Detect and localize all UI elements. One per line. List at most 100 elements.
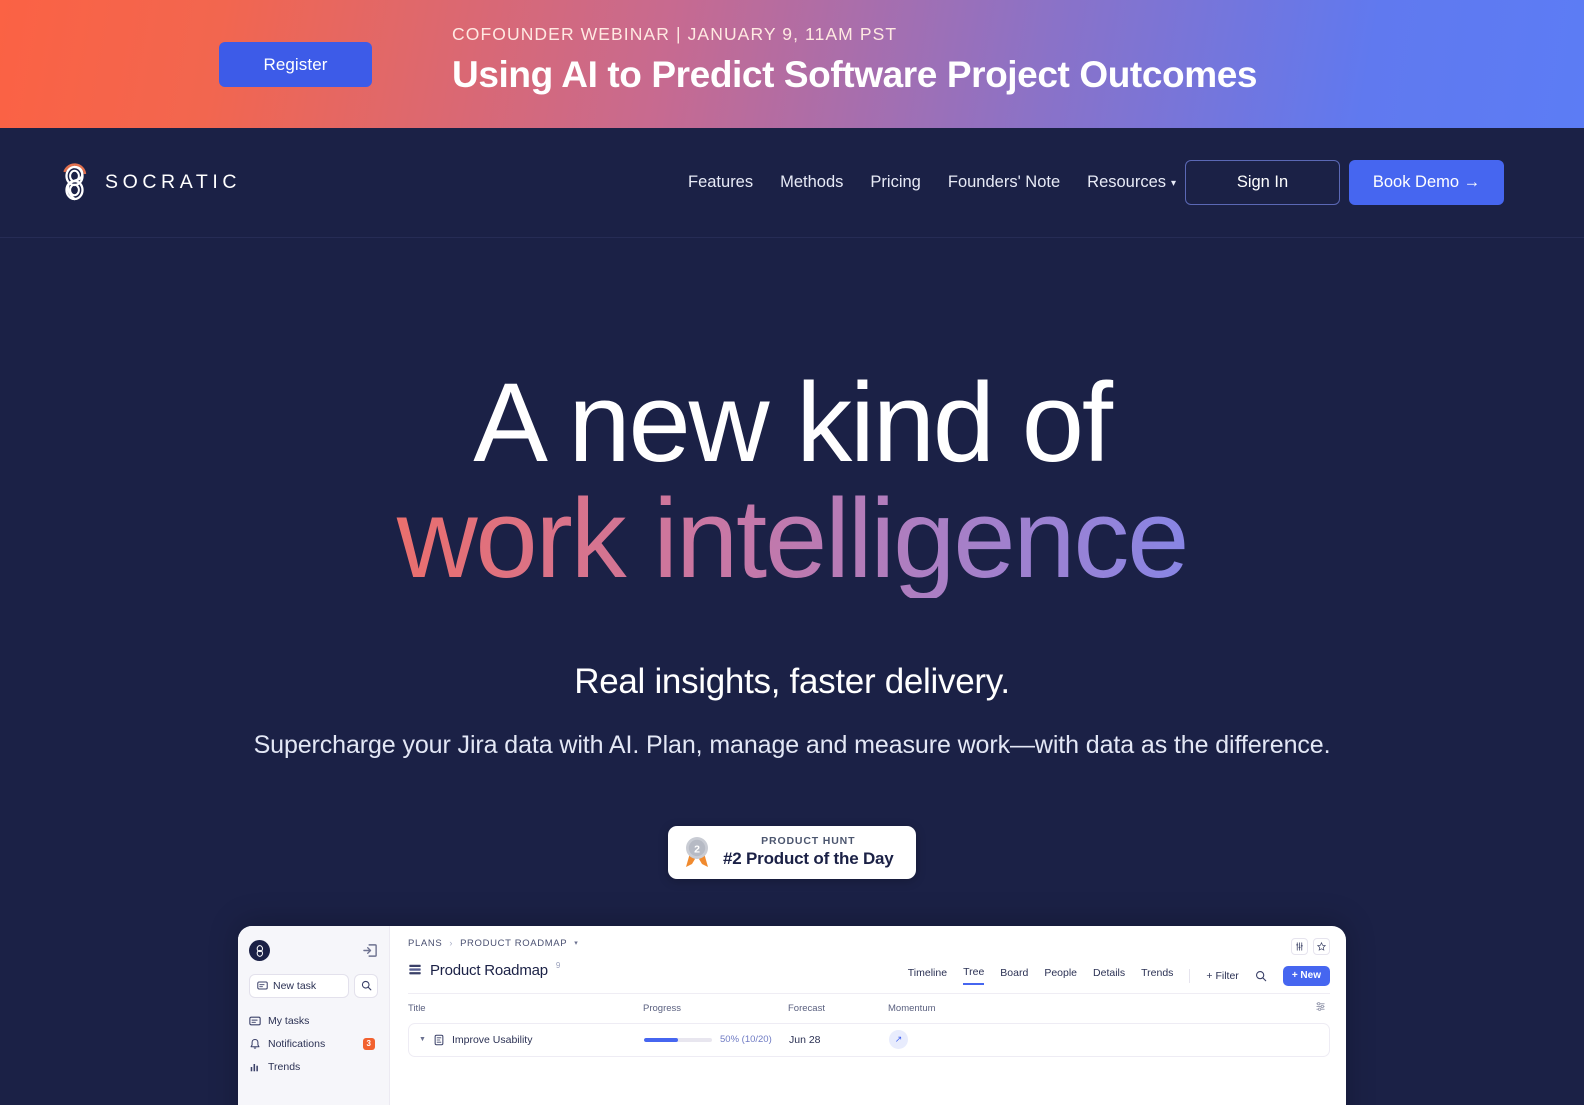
filter-button[interactable]: + Filter (1206, 970, 1238, 982)
brand-name: SOCRATIC (105, 171, 242, 193)
sidebar-search-button[interactable] (354, 973, 378, 998)
promo-banner: Register COFOUNDER WEBINAR | JANUARY 9, … (0, 0, 1584, 128)
row-title-cell: ▼ Improve Usability (409, 1034, 644, 1046)
progress-bar-fill (644, 1037, 678, 1042)
row-momentum-cell: ↗ (889, 1030, 1049, 1050)
nav-item-pricing[interactable]: Pricing (870, 173, 920, 192)
socratic-spiral-icon (63, 162, 87, 200)
row-title-label: Improve Usability (451, 1033, 533, 1046)
sidebar-item-label: My tasks (268, 1014, 310, 1027)
column-header-momentum: Momentum (888, 1002, 936, 1014)
app-sidebar: New task My tasks Notifications 3 Trends (238, 925, 390, 1105)
breadcrumb-item-product-roadmap[interactable]: PRODUCT ROADMAP (460, 938, 567, 949)
app-table: Title Progress Forecast Momentum ▼ Impro… (408, 992, 1330, 1057)
nav-item-methods[interactable]: Methods (780, 173, 843, 192)
sidebar-item-label: Trends (268, 1060, 301, 1073)
nav-links: Features Methods Pricing Founders' Note … (688, 173, 1176, 192)
promo-text: COFOUNDER WEBINAR | JANUARY 9, 11AM PST … (452, 24, 1257, 95)
row-forecast-cell: Jun 28 (789, 1033, 821, 1046)
page-title: A new kind of work intelligence (0, 360, 1584, 598)
tab-timeline[interactable]: Timeline (908, 967, 947, 984)
bars-icon (250, 1063, 258, 1072)
app-page-title-sup: 9 (555, 960, 561, 970)
chevron-down-icon[interactable]: ▾ (574, 939, 578, 947)
expand-row-caret-icon[interactable]: ▼ (419, 1036, 426, 1043)
nav-item-resources[interactable]: Resources ▾ (1087, 173, 1176, 192)
epic-icon (434, 1034, 444, 1046)
brand-logo[interactable]: SOCRATIC (58, 162, 241, 204)
collapse-sidebar-icon[interactable] (363, 943, 378, 958)
tasks-icon (249, 1016, 261, 1026)
product-hunt-badge-wrap: 2 PRODUCT HUNT #2 Product of the Day (0, 825, 1584, 879)
hero-tagline: Real insights, faster delivery. (574, 661, 1010, 701)
app-search-button[interactable] (1255, 970, 1267, 982)
hero-subtext: Supercharge your Jira data with AI. Plan… (253, 730, 1331, 759)
tab-trends[interactable]: Trends (1141, 967, 1173, 984)
app-preview: New task My tasks Notifications 3 Trends… (238, 925, 1346, 1105)
view-settings-button[interactable] (1291, 937, 1308, 955)
app-preview-wrap: New task My tasks Notifications 3 Trends… (0, 925, 1584, 1105)
momentum-up-icon: ↗ (889, 1030, 908, 1050)
app-sidebar-top (249, 938, 378, 964)
main-navbar: SOCRATIC Features Methods Pricing Founde… (0, 128, 1584, 238)
avatar[interactable] (249, 940, 270, 962)
socratic-spiral-icon (256, 945, 263, 957)
register-button[interactable]: Register (219, 42, 372, 87)
column-header-title: Title (408, 1002, 426, 1014)
app-corner-tools (1291, 937, 1330, 955)
product-hunt-kicker: PRODUCT HUNT (761, 834, 856, 847)
new-task-button[interactable]: New task (249, 973, 349, 998)
app-main: PLANS › PRODUCT ROADMAP ▾ Product Roadma… (390, 926, 1346, 1105)
tab-people[interactable]: People (1044, 967, 1077, 984)
app-newtask-row: New task (249, 973, 378, 998)
column-header-progress: Progress (643, 1002, 682, 1014)
toolbar-divider (1189, 968, 1191, 983)
book-demo-button[interactable]: Book Demo → (1349, 160, 1504, 205)
sign-in-button[interactable]: Sign In (1185, 160, 1340, 205)
sliders-icon (1296, 942, 1303, 951)
app-page-title: Product Roadmap (430, 961, 548, 979)
app-sidebar-nav: My tasks Notifications 3 Trends (249, 1011, 378, 1077)
promo-title: Using AI to Predict Software Project Out… (452, 54, 1258, 95)
progress-label: 50% (10/20) (720, 1034, 772, 1046)
notifications-badge: 3 (362, 1037, 375, 1050)
search-icon (1255, 970, 1267, 982)
svg-text:2: 2 (694, 844, 700, 856)
product-hunt-badge[interactable]: 2 PRODUCT HUNT #2 Product of the Day (668, 825, 916, 879)
new-task-icon (257, 981, 268, 990)
plan-icon (409, 965, 421, 975)
tab-details[interactable]: Details (1093, 967, 1125, 984)
nav-item-founders-note[interactable]: Founders' Note (948, 173, 1060, 192)
favorite-button[interactable] (1313, 937, 1330, 955)
star-icon (1317, 941, 1326, 951)
column-settings-button[interactable] (1315, 1001, 1326, 1015)
tab-tree[interactable]: Tree (963, 966, 985, 986)
table-header-row: Title Progress Forecast Momentum (408, 994, 1330, 1023)
breadcrumb-separator: › (449, 938, 454, 949)
hero-section: A new kind of work intelligence Real ins… (0, 238, 1584, 1105)
nav-item-features[interactable]: Features (688, 173, 753, 192)
bell-icon (250, 1038, 260, 1049)
sliders-icon (1316, 1002, 1325, 1012)
breadcrumb: PLANS › PRODUCT ROADMAP ▾ (408, 938, 1330, 949)
nav-actions: Sign In Book Demo → (1185, 160, 1504, 205)
product-hunt-text: PRODUCT HUNT #2 Product of the Day (723, 834, 894, 870)
headline-line-1: A new kind of (473, 360, 1113, 485)
promo-kicker: COFOUNDER WEBINAR | JANUARY 9, 11AM PST (452, 24, 898, 44)
product-hunt-title: #2 Product of the Day (723, 849, 894, 869)
progress-bar (644, 1037, 712, 1042)
breadcrumb-item-plans[interactable]: PLANS (408, 938, 442, 949)
tab-board[interactable]: Board (1000, 967, 1028, 984)
table-row[interactable]: ▼ Improve Usability 50% (10/20) Jun 28 ↗ (408, 1022, 1330, 1057)
headline-line-2: work intelligence (0, 480, 1584, 597)
sidebar-item-notifications[interactable]: Notifications 3 (249, 1034, 378, 1054)
row-progress-cell: 50% (10/20) (644, 1034, 789, 1045)
chevron-down-icon: ▾ (1171, 178, 1177, 189)
app-tabs: Timeline Tree Board People Details Trend… (908, 965, 1330, 986)
sidebar-item-my-tasks[interactable]: My tasks (249, 1011, 378, 1031)
new-item-button[interactable]: + New (1282, 965, 1330, 986)
sidebar-item-label: Notifications (268, 1037, 326, 1050)
medal-icon: 2 (686, 837, 708, 868)
search-icon (361, 981, 371, 991)
sidebar-item-trends[interactable]: Trends (249, 1057, 378, 1077)
